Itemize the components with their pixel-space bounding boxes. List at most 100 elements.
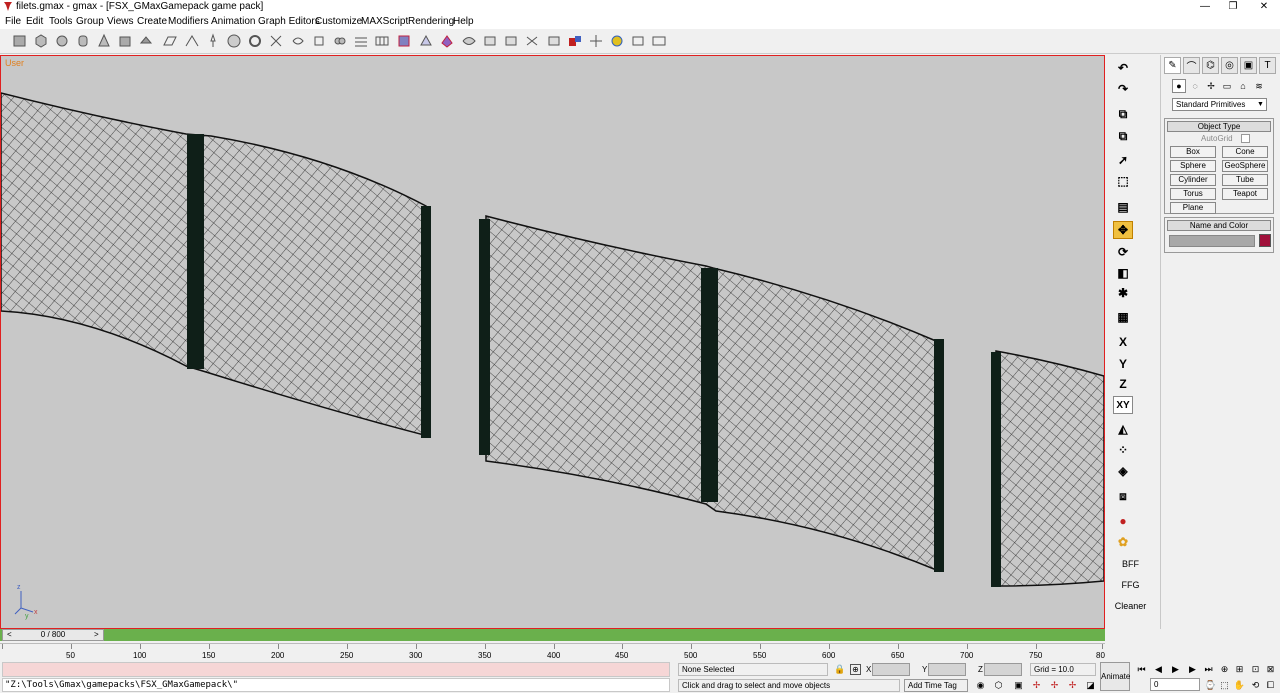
menu-help[interactable]: Help	[453, 16, 474, 27]
zoom-all-icon[interactable]: ⊞	[1233, 663, 1246, 676]
angle-snap-icon[interactable]: ⬡	[992, 679, 1005, 692]
play-icon[interactable]: ▶	[1169, 663, 1182, 676]
select-object-icon[interactable]: ➚	[1113, 151, 1133, 169]
menu-edit[interactable]: Edit	[26, 16, 43, 27]
array-tool-icon[interactable]: ⁘	[1113, 441, 1133, 459]
current-frame-field[interactable]: 0	[1150, 678, 1200, 691]
object-type-header[interactable]: Object Type	[1167, 121, 1271, 132]
shapes-icon[interactable]	[184, 33, 200, 49]
compound-icon[interactable]	[332, 33, 348, 49]
hierarchy-tab-icon[interactable]: ⌬	[1202, 57, 1219, 74]
axis-y-button[interactable]: Y	[1113, 355, 1133, 373]
percent-snap-icon[interactable]: ▣	[1012, 679, 1025, 692]
tube-button[interactable]: Tube	[1222, 174, 1268, 186]
sphere-prim-icon[interactable]	[54, 33, 70, 49]
box-prim-icon[interactable]	[33, 33, 49, 49]
cylinder-button[interactable]: Cylinder	[1170, 174, 1216, 186]
menu-modifiers[interactable]: Modifiers	[168, 16, 209, 27]
bff-button[interactable]: BFF	[1105, 559, 1156, 569]
rotate-icon[interactable]: ⟳	[1113, 243, 1133, 261]
window-crossing-icon[interactable]: ✢	[1048, 679, 1061, 692]
menu-create[interactable]: Create	[137, 16, 167, 27]
eraser-icon[interactable]: ◈	[1113, 462, 1133, 480]
prev-frame-icon[interactable]: ◀	[1152, 663, 1165, 676]
helpers-cat-icon[interactable]: ⌂	[1236, 79, 1250, 93]
lock-icon[interactable]: 🔒	[834, 664, 845, 675]
material-editor-icon[interactable]: ●	[1113, 512, 1133, 530]
region-select-icon[interactable]: ⬚	[1113, 172, 1133, 190]
category-dropdown[interactable]: Standard Primitives ▼	[1172, 98, 1267, 111]
box-button[interactable]: Box	[1170, 146, 1216, 158]
scale-icon[interactable]: ◧	[1113, 264, 1133, 282]
degradation-icon[interactable]: ◪	[1084, 679, 1097, 692]
move-icon[interactable]: ✥	[1113, 221, 1133, 239]
menu-group[interactable]: Group	[76, 16, 104, 27]
z-coordinate-field[interactable]	[984, 663, 1022, 676]
animate-button[interactable]: Animate	[1100, 662, 1130, 691]
autogrid-checkbox[interactable]	[1241, 134, 1250, 143]
render-icon[interactable]	[588, 33, 604, 49]
object-paint-icon[interactable]	[396, 33, 412, 49]
axis-z-button[interactable]: Z	[1113, 375, 1133, 393]
add-time-tag-button[interactable]: Add Time Tag	[904, 679, 968, 692]
sphere-button[interactable]: Sphere	[1170, 160, 1216, 172]
slider-next-icon[interactable]: >	[94, 629, 99, 641]
geometry-icon[interactable]: ●	[1172, 79, 1186, 93]
systems-icon[interactable]	[311, 33, 327, 49]
modify-tab-icon[interactable]: ⌒	[1183, 57, 1200, 74]
helper-icon[interactable]	[268, 33, 284, 49]
render-scene-icon[interactable]: ✿	[1113, 533, 1133, 551]
spinner-snap-icon[interactable]: ✢	[1030, 679, 1043, 692]
zoom-extents-all-icon[interactable]: ⊠	[1264, 663, 1277, 676]
teapot-button[interactable]: Teapot	[1222, 188, 1268, 200]
lights-cat-icon[interactable]: ✢	[1204, 79, 1218, 93]
maxscript-listener-input[interactable]: "Z:\Tools\Gmax\gamepacks\FSX_GMaxGamepac…	[2, 678, 670, 692]
grid-icon[interactable]	[353, 33, 369, 49]
spacewarp-icon[interactable]	[290, 33, 306, 49]
undo-icon[interactable]: ↶	[1113, 59, 1133, 77]
x-coordinate-field[interactable]	[872, 663, 910, 676]
time-ruler[interactable]: 50 100 150 200 250 300 350 400 450 500 5…	[0, 643, 1105, 661]
menu-file[interactable]: File	[5, 16, 21, 27]
menu-maxscript[interactable]: MAXScript	[361, 16, 408, 27]
boolean-icon[interactable]	[503, 33, 519, 49]
menu-graph-editors[interactable]: Graph Editors	[258, 16, 320, 27]
lights-icon[interactable]	[205, 33, 221, 49]
region-zoom-icon[interactable]: ⬚	[1218, 679, 1231, 692]
maximize-button[interactable]: ❐	[1217, 0, 1249, 14]
cleaner-button[interactable]: Cleaner	[1105, 601, 1156, 611]
menu-tools[interactable]: Tools	[49, 16, 72, 27]
object-color-swatch[interactable]	[1259, 234, 1271, 247]
slider-prev-icon[interactable]: <	[7, 629, 12, 641]
select-link-icon[interactable]	[12, 33, 28, 49]
link-icon[interactable]: ⧉	[1113, 105, 1133, 123]
y-coordinate-field[interactable]	[928, 663, 966, 676]
patch-icon[interactable]	[374, 33, 390, 49]
torus-icon[interactable]	[247, 33, 263, 49]
group-icon[interactable]: ⧈	[1113, 487, 1133, 505]
transform-mode-icon[interactable]: ⊕	[850, 664, 861, 675]
plane-button[interactable]: Plane	[1170, 202, 1216, 214]
select-by-name-icon[interactable]: ▤	[1113, 198, 1133, 216]
redo-icon[interactable]: ↷	[1113, 80, 1133, 98]
menu-rendering[interactable]: Rendering	[408, 16, 454, 27]
align-icon[interactable]: ▦	[1113, 308, 1133, 326]
render-setup-icon[interactable]	[567, 33, 583, 49]
axis-x-button[interactable]: X	[1113, 333, 1133, 351]
name-color-header[interactable]: Name and Color	[1167, 220, 1271, 231]
zoom-extents-icon[interactable]: ⊡	[1249, 663, 1262, 676]
tube-prim-icon[interactable]	[117, 33, 133, 49]
next-frame-icon[interactable]: ▶	[1186, 663, 1199, 676]
track-bar[interactable]: 0 / 800 < >	[0, 629, 1105, 641]
goto-end-icon[interactable]: ⏭	[1202, 663, 1215, 676]
cylinder-prim-icon[interactable]	[75, 33, 91, 49]
create-tab-icon[interactable]: ✎	[1164, 57, 1181, 74]
utilities-tab-icon[interactable]: T	[1259, 57, 1276, 74]
maximize-viewport-icon[interactable]: ⧠	[1264, 679, 1277, 692]
snap-icon[interactable]: ✱	[1113, 284, 1133, 302]
plane-prim-icon[interactable]	[162, 33, 178, 49]
scatter-icon[interactable]	[524, 33, 540, 49]
nurbs-icon[interactable]	[418, 33, 434, 49]
axis-xy-button[interactable]: XY	[1113, 396, 1133, 414]
torus-button[interactable]: Torus	[1170, 188, 1216, 200]
